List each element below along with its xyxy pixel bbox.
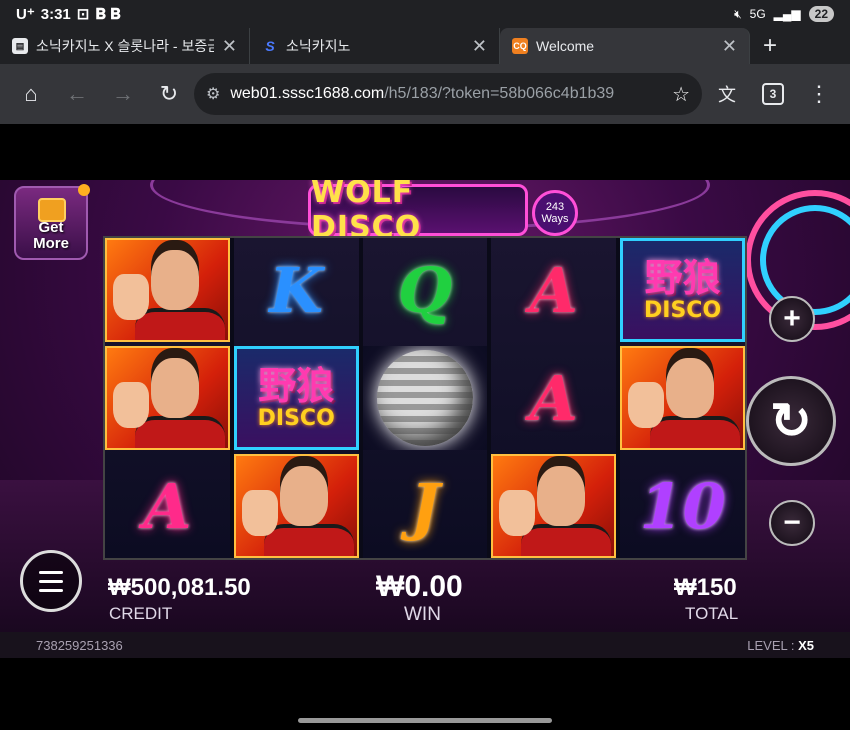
reel-column: QJ <box>362 238 488 558</box>
hud: ₩500,081.50 CREDIT ₩0.00 WIN ₩150 TOTAL <box>0 568 850 625</box>
tab-title: 소닉카지노 <box>286 38 351 54</box>
mute-icon: 🔇︎ <box>734 6 742 21</box>
close-tab-icon[interactable]: ✕ <box>722 36 737 57</box>
symbol-disco-ball <box>362 346 488 450</box>
forward-icon[interactable]: → <box>102 73 144 115</box>
symbol-wolf-portrait <box>105 238 230 342</box>
signal-icon: ▂▄▆ <box>773 7 801 21</box>
more-menu-icon[interactable]: ⋮ <box>798 73 840 115</box>
gesture-bar <box>298 718 552 723</box>
site-settings-icon[interactable]: ⚙ <box>206 84 220 104</box>
symbol-wolf-portrait <box>105 346 230 450</box>
reel-column: AA <box>491 238 617 558</box>
tab-switcher-button[interactable]: 3 <box>752 73 794 115</box>
reload-icon[interactable]: ↻ <box>148 73 190 115</box>
win-value: ₩0.00 <box>376 570 463 603</box>
translate-icon[interactable]: 文 <box>706 73 748 115</box>
ways-badge: 243 Ways <box>532 190 578 236</box>
bookmark-star-icon[interactable]: ☆ <box>672 82 690 107</box>
tab-title: Welcome <box>536 38 595 54</box>
bet-decrease-button[interactable]: − <box>769 500 815 546</box>
battery-level: 22 <box>808 6 834 22</box>
home-icon[interactable]: ⌂ <box>10 73 52 115</box>
symbol-letter: A <box>529 253 578 327</box>
notification-dot <box>78 184 90 196</box>
spin-button[interactable]: ↻ <box>746 376 836 466</box>
total-bet-label: TOTAL <box>685 604 739 623</box>
s-favicon-icon: S <box>265 38 275 54</box>
tab-3-active[interactable]: CQ Welcome ✕ <box>500 28 750 64</box>
reel-column: 野狼 DISCO 10 <box>620 238 745 558</box>
symbol-letter: A <box>143 469 192 543</box>
back-icon[interactable]: ← <box>56 73 98 115</box>
reel-grid: A K 野狼 DISCO Q J A A 野狼 DISCO 10 <box>103 236 747 560</box>
status-bar: U⁺ 3:31 ⊡ 𝐁 𝐁 🔇︎ 5G ▂▄▆ 22 <box>0 0 850 28</box>
browser-toolbar: ⌂ ← → ↻ ⚙ web01.sssc1688.com/h5/183/?tok… <box>0 64 850 124</box>
close-tab-icon[interactable]: ✕ <box>472 36 487 57</box>
symbol-wolf-portrait <box>491 454 617 558</box>
wild-cn-text: 野狼 <box>644 255 721 300</box>
wild-en-text: DISCO <box>257 405 335 431</box>
tab-title: 소닉카지노 X 슬롯나라 - 보증금 <box>36 38 214 54</box>
network-type: 5G <box>749 7 766 21</box>
blog-b-icon: 𝐁 𝐁 <box>95 5 121 23</box>
round-id: 738259251336 <box>36 637 123 653</box>
disco-ball-icon <box>376 350 473 446</box>
close-tab-icon[interactable]: ✕ <box>222 36 237 57</box>
symbol-wild: 野狼 DISCO <box>233 346 359 450</box>
win-label: WIN <box>404 604 441 625</box>
gift-icon <box>38 198 66 222</box>
bet-increase-button[interactable]: + <box>769 296 815 342</box>
symbol-letter: J <box>410 469 440 543</box>
carrier-label: U⁺ <box>16 6 35 23</box>
symbol-wolf-portrait <box>233 454 359 558</box>
url-text[interactable]: web01.sssc1688.com/h5/183/?token=58b066c… <box>230 85 662 103</box>
symbol-letter: Q <box>397 253 452 327</box>
tab-1[interactable]: ▤ 소닉카지노 X 슬롯나라 - 보증금 ✕ <box>0 28 250 64</box>
total-bet-value: ₩150 <box>674 574 737 601</box>
wild-en-text: DISCO <box>644 297 722 323</box>
cq-favicon-icon: CQ <box>512 38 528 54</box>
blog-favicon-icon: ▤ <box>12 38 28 54</box>
symbol-letter: A <box>529 361 578 435</box>
reel-column: K 野狼 DISCO <box>233 238 359 558</box>
level-indicator: LEVEL : X5 <box>747 637 814 653</box>
credit-label: CREDIT <box>109 604 173 623</box>
game-logo: WOLF DISCO <box>308 180 528 245</box>
symbol-wild: 野狼 DISCO <box>620 238 745 342</box>
reel-column: A <box>105 238 230 558</box>
slot-game: WOLF DISCO 243 Ways Get More A K 野狼 DISCO Q J A… <box>0 180 850 658</box>
screenshot-icon: ⊡ <box>76 6 90 23</box>
clock: 3:31 <box>40 5 71 23</box>
tab-2[interactable]: S 소닉카지노 ✕ <box>250 28 500 64</box>
tab-strip: ▤ 소닉카지노 X 슬롯나라 - 보증금 ✕ S 소닉카지노 ✕ CQ Welc… <box>0 28 850 64</box>
info-bar: 738259251336 LEVEL : X5 <box>0 632 850 658</box>
get-more-button[interactable]: Get More <box>14 186 88 260</box>
wild-cn-text: 野狼 <box>258 363 335 408</box>
new-tab-button[interactable]: + <box>750 28 790 64</box>
address-bar[interactable]: ⚙ web01.sssc1688.com/h5/183/?token=58b06… <box>194 73 702 115</box>
credit-value: ₩500,081.50 <box>108 574 251 601</box>
symbol-letter: 10 <box>639 469 726 543</box>
symbol-wolf-portrait <box>620 346 745 450</box>
symbol-letter: K <box>269 253 324 327</box>
